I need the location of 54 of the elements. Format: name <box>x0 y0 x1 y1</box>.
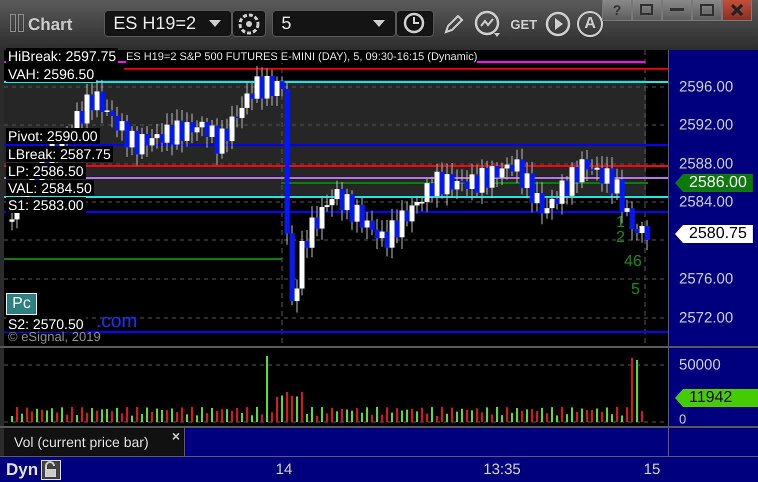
price-tick: 2584.00 <box>679 194 734 210</box>
close-icon <box>731 4 743 16</box>
price-level-label: S1: 2583.00 <box>6 197 86 213</box>
study-label: Vol (current price bar) <box>14 434 149 450</box>
lock-icon <box>41 460 62 480</box>
copyright-text: © eSignal, 2019 <box>8 329 101 344</box>
play-icon <box>545 11 572 37</box>
interval-dropdown[interactable]: 5 <box>272 10 396 37</box>
last-price-tag: 2580.75 <box>675 225 753 243</box>
marker-number: 46 <box>624 253 642 271</box>
chart-title: ES H19=2 S&P 500 FUTURES E-MINI (DAY), 5, 09:30-16:15 (Dynamic) <box>126 51 478 63</box>
price-level-label: Pivot: 2590.00 <box>6 128 100 144</box>
panel-icon <box>10 14 24 32</box>
volume-tick: 0 <box>679 412 686 426</box>
settings-icon <box>237 12 262 36</box>
marker-number: 2 <box>616 229 625 247</box>
time-tick: 15 <box>644 461 660 478</box>
minimize-icon <box>670 8 684 12</box>
settings-button[interactable] <box>232 10 266 37</box>
clock-button[interactable] <box>396 10 434 37</box>
time-tick: 14 <box>276 461 292 478</box>
get-button[interactable]: GET <box>508 9 540 39</box>
volume-tag: 11942 <box>675 389 758 407</box>
marker-number: 1 <box>616 214 625 231</box>
marker-number: 5 <box>631 281 640 299</box>
volume-tick: 50000 <box>679 356 721 374</box>
mode-label: Dyn <box>6 460 38 480</box>
price-tick: 2596.00 <box>679 78 734 96</box>
pc-button[interactable]: Pc <box>6 293 37 315</box>
caret-icon <box>209 20 222 27</box>
price-tick: 2588.00 <box>679 156 734 172</box>
minimize-button[interactable] <box>662 0 692 21</box>
price-tick: 2592.00 <box>679 116 734 134</box>
watermark-text: .com <box>96 311 138 332</box>
price-tick: 2572.00 <box>679 310 734 326</box>
line-chart-icon <box>474 10 502 38</box>
symbol-dropdown[interactable]: ES H19=2 <box>104 10 232 37</box>
price-level-label: LBreak: 2587.75 <box>6 146 113 162</box>
maximize-icon <box>700 4 714 16</box>
caret-icon <box>373 20 386 27</box>
window-title: Chart <box>28 15 72 35</box>
price-level-label: S2: 2570.50 <box>6 316 86 332</box>
maximize-button[interactable] <box>692 0 722 21</box>
price-level-label: HiBreak: 2597.75 <box>6 48 118 64</box>
time-tick: 13:35 <box>483 461 521 478</box>
price-level-label: VAL: 2584.50 <box>6 180 94 196</box>
price-level-label: LP: 2586.50 <box>6 163 86 179</box>
close-study-button[interactable]: × <box>170 428 182 444</box>
price-tick: 2576.00 <box>679 270 734 288</box>
price-level-label: VAH: 2596.50 <box>6 66 96 82</box>
price-tag: 2586.00 <box>675 174 753 192</box>
close-button[interactable] <box>722 0 752 21</box>
window-icon <box>640 4 654 16</box>
dock-button[interactable] <box>632 0 662 21</box>
